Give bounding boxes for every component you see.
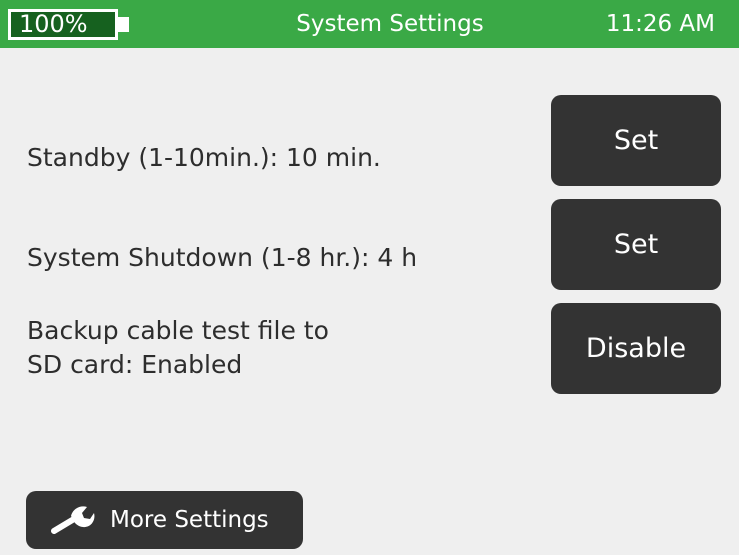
more-settings-button[interactable]: More Settings bbox=[26, 491, 303, 549]
system-settings-screen: 100% System Settings 11:26 AM Standby (1… bbox=[0, 0, 739, 555]
page-title: System Settings bbox=[296, 11, 484, 37]
standby-set-button-label: Set bbox=[613, 125, 659, 156]
battery-icon: 100% bbox=[8, 9, 118, 40]
shutdown-setting-label: System Shutdown (1-8 hr.): 4 h bbox=[27, 243, 418, 272]
backup-setting-label-line2: SD card: Enabled bbox=[27, 350, 243, 379]
shutdown-set-button[interactable]: Set bbox=[551, 199, 721, 290]
more-settings-label: More Settings bbox=[110, 507, 269, 533]
status-bar: 100% System Settings 11:26 AM bbox=[0, 0, 739, 48]
clock: 11:26 AM bbox=[605, 11, 715, 37]
battery-level: 100% bbox=[19, 10, 88, 38]
shutdown-set-button-label: Set bbox=[613, 229, 659, 260]
standby-set-button[interactable]: Set bbox=[551, 95, 721, 186]
backup-disable-button[interactable]: Disable bbox=[551, 303, 721, 394]
wrench-icon bbox=[51, 506, 95, 534]
standby-setting-label: Standby (1-10min.): 10 min. bbox=[27, 143, 381, 172]
battery-tip bbox=[118, 17, 129, 32]
backup-disable-button-label: Disable bbox=[585, 333, 687, 364]
backup-setting-label-line1: Backup cable test file to bbox=[27, 316, 329, 345]
